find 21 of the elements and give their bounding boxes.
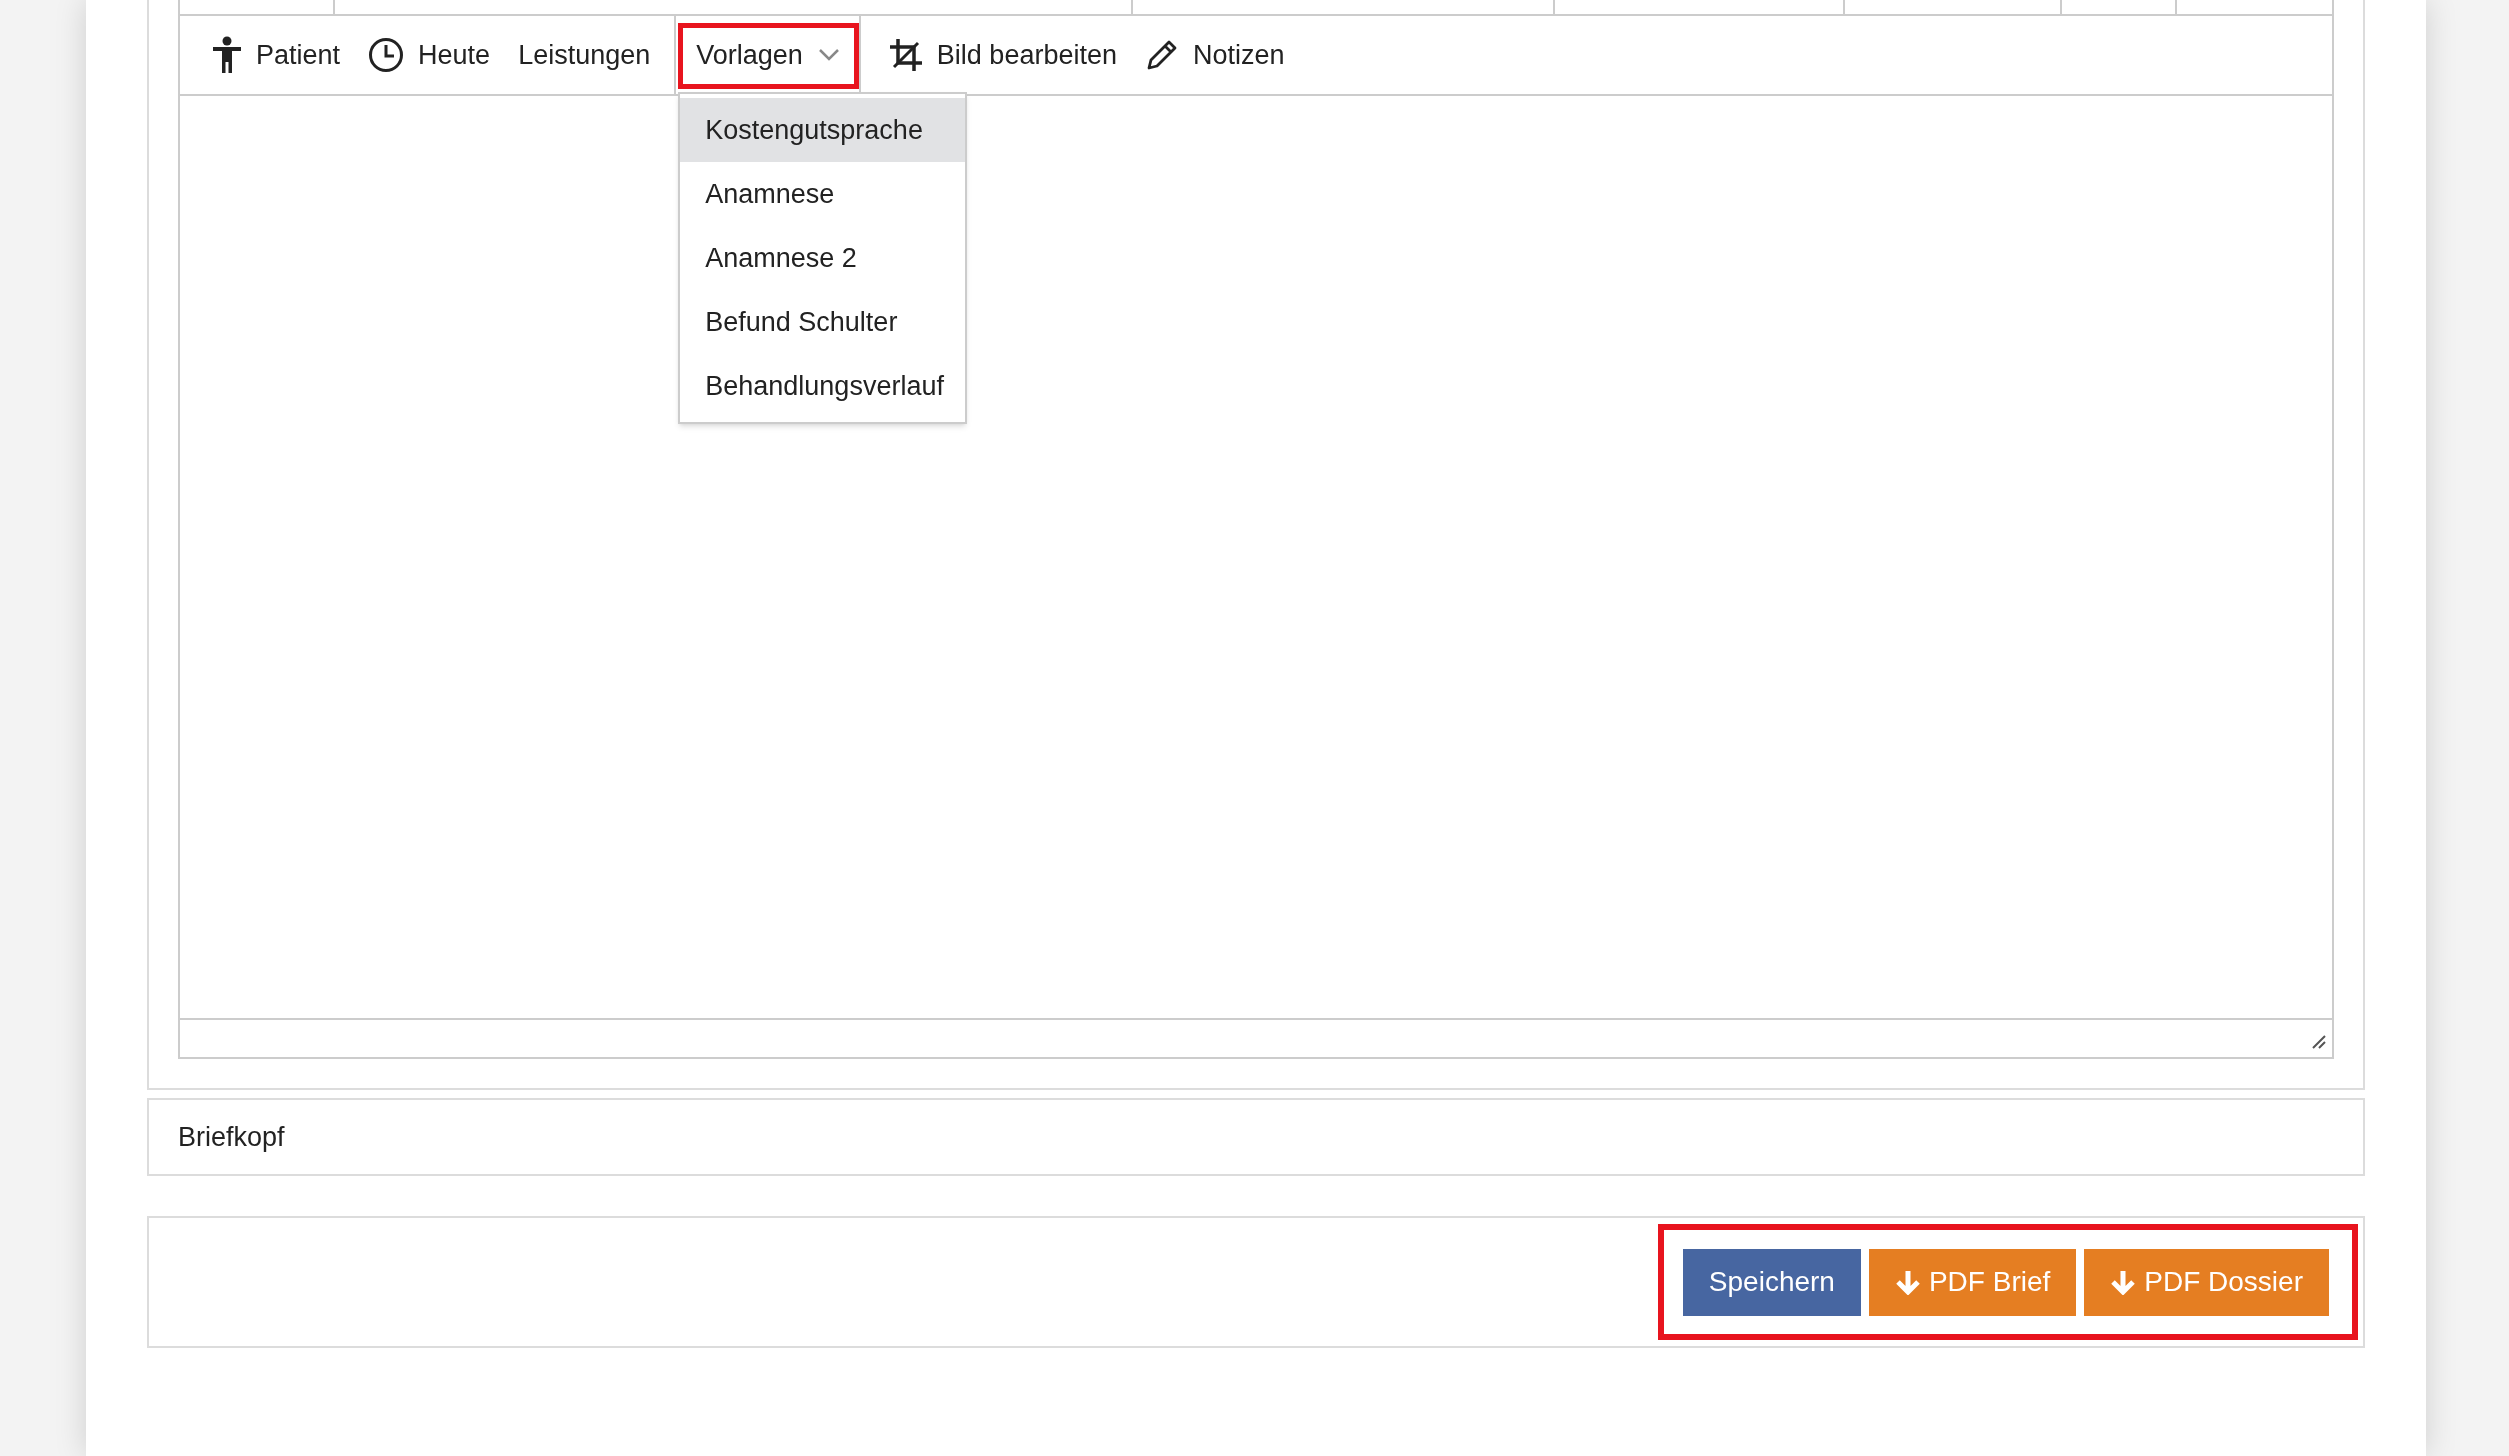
person-icon [212,36,242,74]
toolbar-button[interactable]: Leistungen [504,25,665,85]
toolbar-button[interactable]: Bild bearbeiten [874,25,1131,85]
toolbar-button[interactable]: Heute [354,25,505,85]
menu-item[interactable]: Anamnese [680,162,966,226]
menu-item[interactable]: Behandlungsverlauf [680,354,966,418]
resize-handle-icon[interactable] [2310,1033,2326,1049]
clock-icon [368,37,405,73]
letterhead-label: Briefkopf [178,1120,285,1154]
menu-item[interactable]: Befund Schulter [680,290,966,354]
menu-item[interactable]: Anamnese 2 [680,226,966,290]
pencil-icon [1145,38,1179,72]
arrow-down-icon [1894,1269,1921,1295]
crop-icon [888,38,923,72]
letterhead-panel[interactable]: Briefkopf [147,1098,2365,1176]
templates-dropdown[interactable]: Vorlagen [678,22,857,88]
toolbar-button[interactable]: Patient [198,25,355,85]
save-button[interactable]: Speichern [1682,1248,1861,1316]
toolbar-button[interactable]: Notizen [1131,25,1299,85]
arrow-down-icon [2110,1269,2137,1295]
menu-item[interactable]: Kostengutsprache [680,98,966,162]
